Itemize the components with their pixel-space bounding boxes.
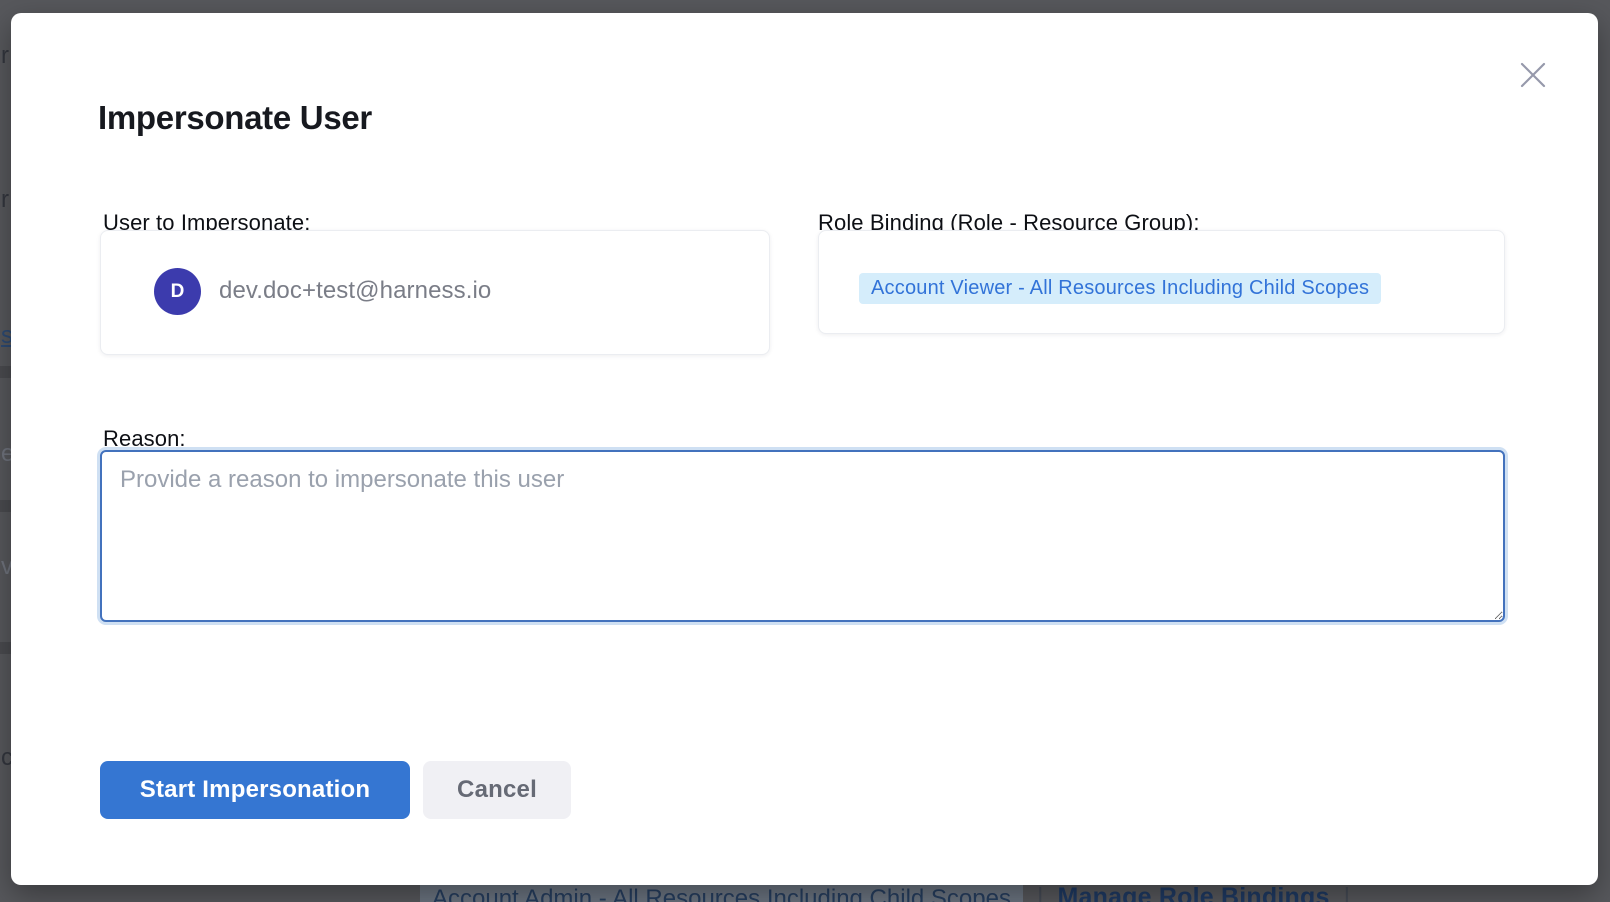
close-button[interactable] <box>1516 58 1550 92</box>
close-icon <box>1520 62 1546 88</box>
background-row-divider <box>0 366 11 378</box>
background-row-divider <box>0 500 11 512</box>
reason-textarea[interactable] <box>100 450 1505 622</box>
role-binding-card: Account Viewer - All Resources Including… <box>818 230 1505 334</box>
avatar-initial: D <box>171 281 185 303</box>
user-email: dev.doc+test@harness.io <box>219 277 491 305</box>
user-card: D dev.doc+test@harness.io <box>100 230 770 355</box>
background-role-binding-tag: Account Admin - All Resources Including … <box>420 882 1023 902</box>
reason-label: Reason: <box>103 426 186 452</box>
background-text-fragment: r <box>1 42 9 70</box>
background-text-fragment: r <box>1 186 9 214</box>
background-manage-role-bindings-link: Manage Role Bindings <box>1057 882 1329 902</box>
role-binding-tag: Account Viewer - All Resources Including… <box>859 273 1381 304</box>
user-avatar: D <box>154 268 201 315</box>
impersonate-user-modal: Impersonate User User to Impersonate: D … <box>11 13 1598 885</box>
modal-title: Impersonate User <box>98 99 372 137</box>
start-impersonation-button[interactable]: Start Impersonation <box>100 761 410 819</box>
modal-actions: Start Impersonation Cancel <box>100 761 571 819</box>
background-separator: | <box>1037 882 1044 902</box>
background-separator: | <box>1344 882 1351 902</box>
background-bottom-row: Account Admin - All Resources Including … <box>0 885 1610 902</box>
cancel-button[interactable]: Cancel <box>423 761 571 819</box>
background-row-divider <box>0 642 11 654</box>
